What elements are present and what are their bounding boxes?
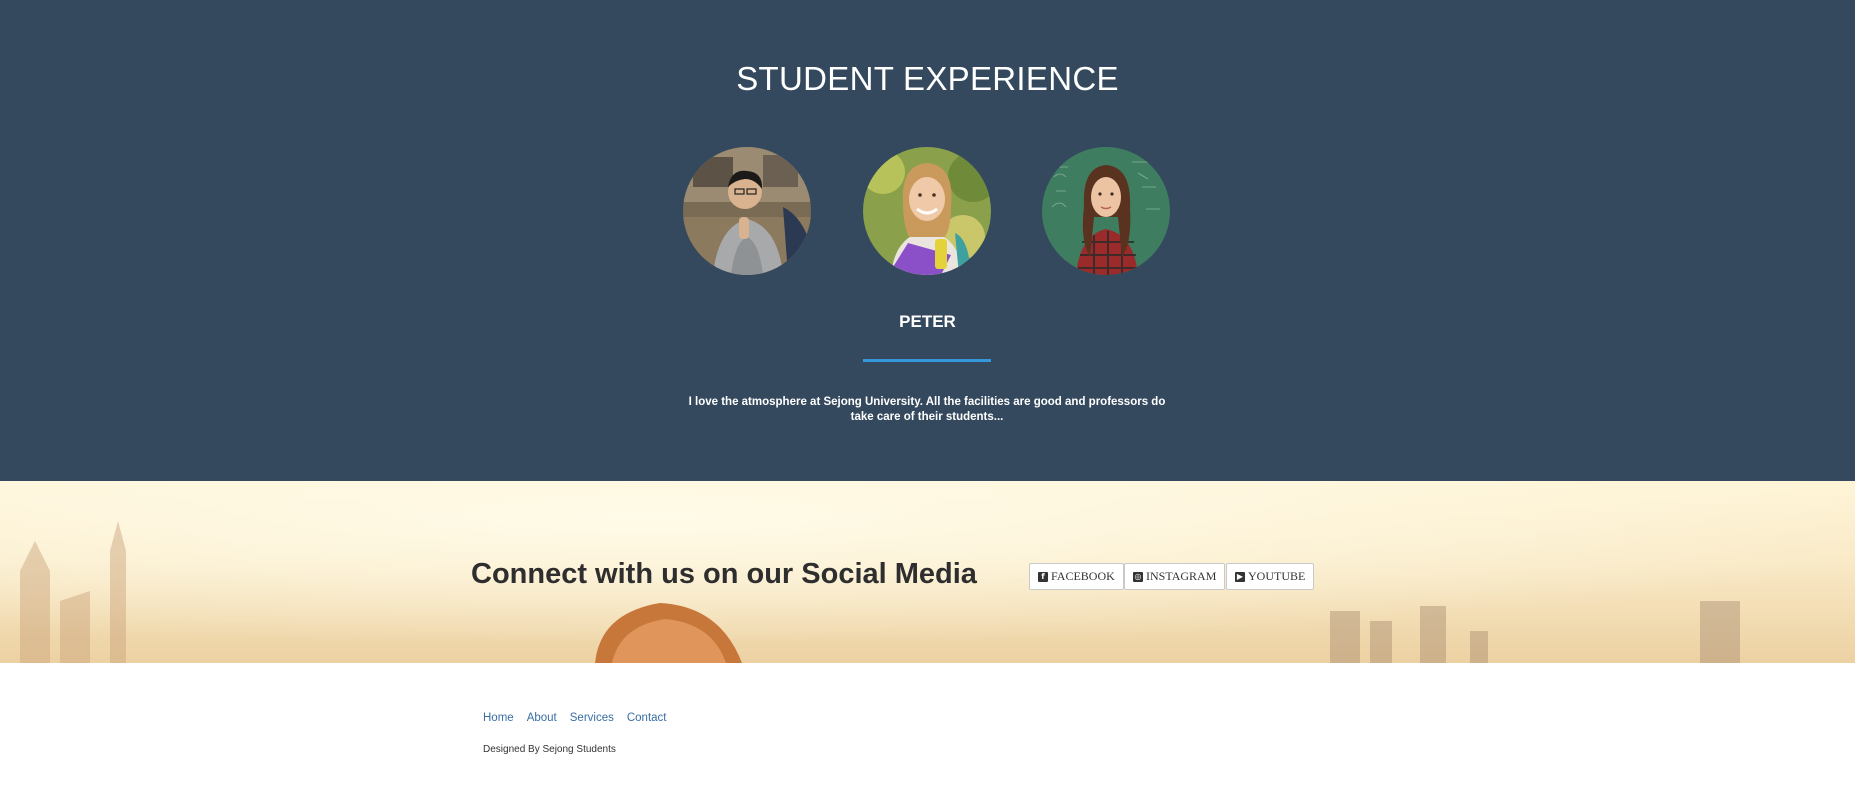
footer-link-contact[interactable]: Contact: [627, 712, 667, 724]
student-quote: I love the atmosphere at Sejong Universi…: [688, 396, 1166, 423]
youtube-button[interactable]: ▶ YOUTUBE: [1226, 563, 1315, 590]
social-heading: Connect with us on our Social Media: [471, 558, 977, 590]
student-experience-section: STUDENT EXPERIENCE PETER I love the atmo…: [0, 0, 1855, 481]
facebook-label: FACEBOOK: [1051, 569, 1115, 583]
instagram-label: INSTAGRAM: [1146, 569, 1217, 583]
student-avatar-3[interactable]: [1042, 147, 1170, 275]
female-student-photo-smiling: [863, 147, 991, 275]
facebook-icon: f: [1038, 571, 1048, 582]
student-avatar-2[interactable]: [863, 147, 991, 275]
student-name: PETER: [899, 312, 956, 331]
section-title: STUDENT EXPERIENCE: [736, 60, 1119, 97]
footer-link-about[interactable]: About: [527, 712, 557, 724]
footer: Home About Services Contact Designed By …: [0, 663, 1855, 787]
instagram-icon: ◎: [1133, 571, 1143, 582]
name-underline: [863, 359, 991, 362]
student-avatar-1[interactable]: [683, 147, 811, 275]
social-media-section: Connect with us on our Social Media f FA…: [0, 481, 1855, 663]
footer-nav: Home About Services Contact: [483, 712, 667, 724]
instagram-button[interactable]: ◎ INSTAGRAM: [1124, 563, 1226, 590]
male-student-photo: [683, 147, 811, 275]
youtube-icon: ▶: [1235, 571, 1245, 582]
footer-link-home[interactable]: Home: [483, 712, 514, 724]
youtube-label: YOUTUBE: [1248, 569, 1306, 583]
footer-link-services[interactable]: Services: [570, 712, 614, 724]
female-student-photo-chalkboard: [1042, 147, 1170, 275]
footer-credit: Designed By Sejong Students: [483, 744, 616, 755]
facebook-button[interactable]: f FACEBOOK: [1029, 563, 1124, 590]
